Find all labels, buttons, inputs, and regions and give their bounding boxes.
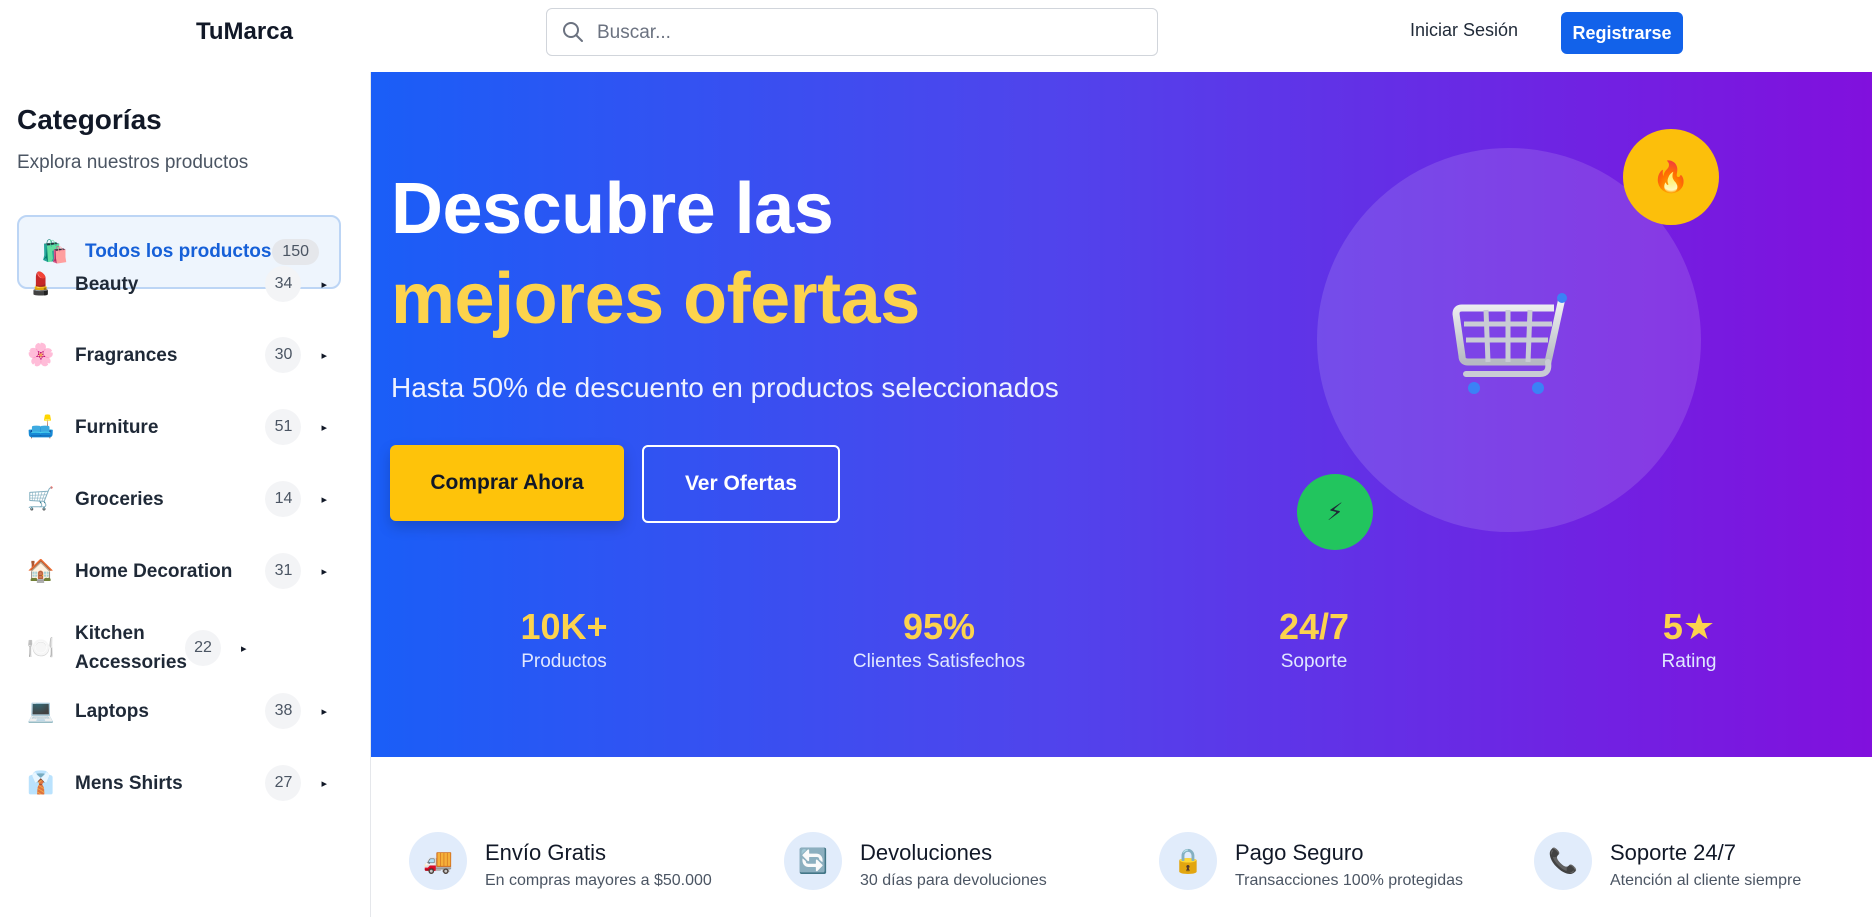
cart-icon: 🛒 xyxy=(27,486,55,511)
caret-right-icon: ▸ xyxy=(321,705,327,718)
couch-icon: 🛋️ xyxy=(27,414,55,439)
login-link[interactable]: Iniciar Sesión xyxy=(1410,20,1518,41)
sidebar-item-label: Beauty xyxy=(75,273,139,295)
caret-right-icon: ▸ xyxy=(321,278,327,291)
feature-free-shipping: 🚚 Envío Gratis En compras mayores a $50.… xyxy=(409,832,712,890)
brand-logo[interactable]: TuMarca xyxy=(196,18,293,46)
top-header: TuMarca Iniciar Sesión Registrarse xyxy=(0,0,1872,72)
feature-description: Atención al cliente siempre xyxy=(1610,872,1802,889)
stat-value: 24/7 xyxy=(1278,606,1350,647)
house-icon: 🏠 xyxy=(27,558,55,583)
sidebar-item-label: Mens Shirts xyxy=(75,772,183,794)
lipstick-icon: 💄 xyxy=(27,271,55,296)
stat-label: Soporte xyxy=(1280,651,1348,672)
stat-rating: 5★ Rating xyxy=(1569,607,1809,673)
stat-value: 5★ xyxy=(1662,606,1716,647)
sidebar-item-label: Kitchen Accessories xyxy=(75,623,187,673)
feature-description: Transacciones 100% protegidas xyxy=(1235,872,1463,889)
stat-label: Productos xyxy=(521,651,607,672)
flower-icon: 🌸 xyxy=(27,342,55,367)
stat-label: Rating xyxy=(1661,651,1717,672)
caret-right-icon: ▸ xyxy=(241,642,247,655)
search-input[interactable] xyxy=(595,9,1139,57)
sidebar-item-label: Groceries xyxy=(75,488,164,510)
view-offers-button[interactable]: Ver Ofertas xyxy=(642,445,840,523)
sidebar-item-home-decoration[interactable]: 🏠 Home Decoration 31 ▸ xyxy=(17,553,341,589)
sidebar-item-count: 27 xyxy=(265,765,302,801)
category-sidebar: Categorías Explora nuestros productos 🛍️… xyxy=(0,72,371,917)
feature-returns: 🔄 Devoluciones 30 días para devoluciones xyxy=(784,832,1047,890)
stat-satisfied-clients: 95% Clientes Satisfechos xyxy=(819,607,1059,673)
hero-subtitle: Hasta 50% de descuento en productos sele… xyxy=(391,372,1059,403)
stat-support: 24/7 Soporte xyxy=(1194,607,1434,673)
sidebar-item-count: 51 xyxy=(265,409,302,445)
sidebar-item-count: 38 xyxy=(265,693,302,729)
feature-title: Envío Gratis xyxy=(485,840,607,865)
sidebar-item-groceries[interactable]: 🛒 Groceries 14 ▸ xyxy=(17,481,341,517)
sidebar-item-count: 30 xyxy=(265,337,302,373)
sidebar-item-label: Fragrances xyxy=(75,344,178,366)
stat-value: 10K+ xyxy=(520,606,608,647)
sidebar-item-laptops[interactable]: 💻 Laptops 38 ▸ xyxy=(17,693,341,729)
caret-right-icon: ▸ xyxy=(321,777,327,790)
shopping-cart-icon xyxy=(1452,293,1567,394)
fire-badge: 🔥 xyxy=(1623,129,1719,225)
bolt-badge: ⚡ xyxy=(1297,474,1373,550)
feature-title: Devoluciones xyxy=(860,840,993,865)
lock-icon: 🔒 xyxy=(1159,832,1217,890)
refresh-icon: 🔄 xyxy=(784,832,842,890)
search-icon xyxy=(563,22,583,42)
lightning-icon: ⚡ xyxy=(1326,498,1344,526)
fire-icon: 🔥 xyxy=(1652,160,1690,194)
search-box[interactable] xyxy=(546,8,1158,57)
feature-description: En compras mayores a $50.000 xyxy=(485,872,712,889)
laptop-icon: 💻 xyxy=(27,698,55,723)
sidebar-item-count: 150 xyxy=(272,239,319,265)
register-button[interactable]: Registrarse xyxy=(1561,12,1683,54)
feature-secure-payment: 🔒 Pago Seguro Transacciones 100% protegi… xyxy=(1159,832,1463,890)
caret-right-icon: ▸ xyxy=(321,349,327,362)
hero-banner: Descubre las mejores ofertas Hasta 50% d… xyxy=(371,72,1872,757)
caret-right-icon: ▸ xyxy=(321,493,327,506)
plate-icon: 🍽️ xyxy=(27,635,55,660)
sidebar-item-count: 22 xyxy=(185,630,221,666)
sidebar-item-count: 31 xyxy=(265,553,302,589)
sidebar-item-furniture[interactable]: 🛋️ Furniture 51 ▸ xyxy=(17,409,341,445)
feature-support: 📞 Soporte 24/7 Atención al cliente siemp… xyxy=(1534,832,1801,890)
sidebar-subtitle: Explora nuestros productos xyxy=(17,152,249,173)
caret-right-icon: ▸ xyxy=(321,421,327,434)
shopping-bags-icon: 🛍️ xyxy=(41,239,69,264)
sidebar-item-label: Furniture xyxy=(75,416,159,438)
sidebar-item-count: 34 xyxy=(265,266,302,302)
stat-label: Clientes Satisfechos xyxy=(852,651,1026,672)
phone-icon: 📞 xyxy=(1534,832,1592,890)
sidebar-item-beauty[interactable]: 💄 Beauty 34 ▸ xyxy=(17,266,341,302)
truck-icon: 🚚 xyxy=(409,832,467,890)
shirt-icon: 👔 xyxy=(27,770,55,795)
feature-title: Soporte 24/7 xyxy=(1610,840,1736,865)
stat-products: 10K+ Productos xyxy=(444,607,684,673)
caret-right-icon: ▸ xyxy=(321,565,327,578)
feature-description: 30 días para devoluciones xyxy=(860,872,1047,889)
sidebar-item-label: Laptops xyxy=(75,700,149,722)
sidebar-item-fragrances[interactable]: 🌸 Fragrances 30 ▸ xyxy=(17,337,341,373)
stat-value: 95% xyxy=(902,606,976,647)
sidebar-item-kitchen-accessories[interactable]: 🍽️ Kitchen Accessories 22 ▸ xyxy=(17,608,341,688)
sidebar-item-count: 14 xyxy=(265,481,302,517)
hero-title-line2: mejores ofertas xyxy=(391,259,920,339)
sidebar-item-label: Home Decoration xyxy=(75,560,233,582)
sidebar-title: Categorías xyxy=(17,104,162,135)
hero-title-line1: Descubre las xyxy=(391,169,834,249)
feature-title: Pago Seguro xyxy=(1235,840,1364,865)
sidebar-item-label: Todos los productos xyxy=(85,241,272,262)
buy-now-button[interactable]: Comprar Ahora xyxy=(390,445,624,521)
sidebar-item-mens-shirts[interactable]: 👔 Mens Shirts 27 ▸ xyxy=(17,765,341,801)
